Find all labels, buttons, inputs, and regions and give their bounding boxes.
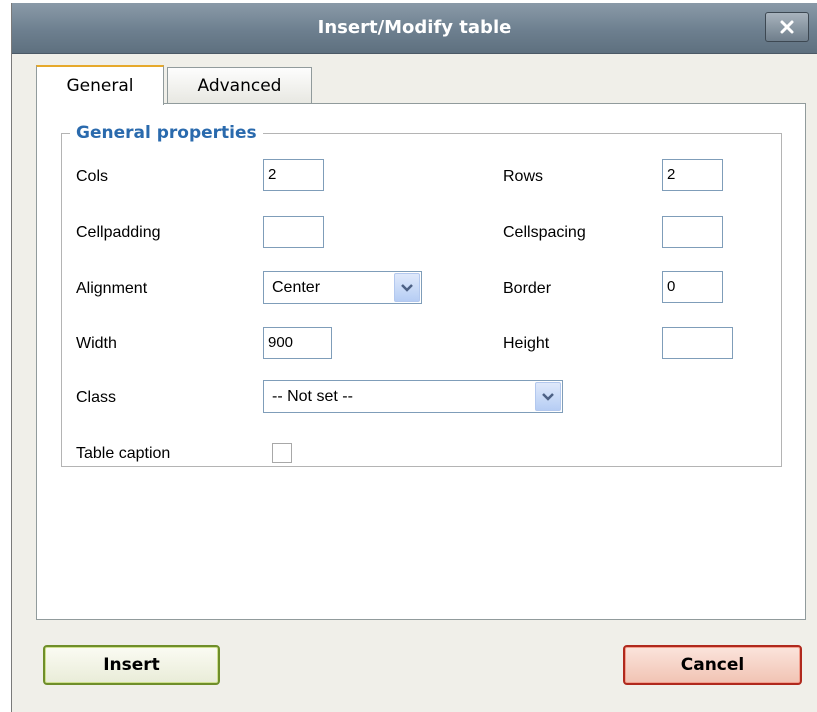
- table-caption-checkbox[interactable]: [272, 443, 292, 463]
- alignment-selected-value: Center: [272, 279, 321, 296]
- dialog-title: Insert/Modify table: [317, 17, 512, 38]
- width-label: Width: [76, 335, 117, 352]
- general-properties-legend: General properties: [76, 123, 257, 143]
- general-properties-fieldset: General properties Cols 2 Rows 2 Cellpad…: [61, 123, 782, 467]
- class-select[interactable]: -- Not set --: [263, 380, 563, 413]
- close-icon: [780, 20, 794, 34]
- insert-modify-table-dialog: Insert/Modify table General Advanced Gen…: [11, 3, 817, 712]
- insert-button-label: Insert: [103, 655, 160, 675]
- title-bar[interactable]: Insert/Modify table: [12, 3, 817, 54]
- class-dropdown-button[interactable]: [535, 382, 561, 411]
- height-label: Height: [503, 335, 550, 352]
- table-caption-label: Table caption: [76, 445, 171, 462]
- cancel-button-label: Cancel: [680, 655, 745, 675]
- rows-label: Rows: [503, 168, 544, 185]
- tab-general-label: General: [66, 76, 134, 96]
- alignment-select[interactable]: Center: [263, 271, 422, 304]
- cellspacing-label: Cellspacing: [503, 224, 586, 241]
- close-button[interactable]: [765, 12, 809, 42]
- tab-advanced-label: Advanced: [197, 75, 282, 96]
- cellspacing-input[interactable]: [662, 216, 723, 248]
- alignment-label: Alignment: [76, 280, 148, 297]
- cellpadding-input[interactable]: [263, 216, 324, 248]
- rows-input[interactable]: 2: [662, 159, 723, 191]
- cols-label: Cols: [76, 168, 109, 185]
- insert-button[interactable]: Insert: [43, 645, 220, 685]
- border-label: Border: [503, 280, 552, 297]
- cols-input[interactable]: 2: [263, 159, 324, 191]
- tab-advanced[interactable]: Advanced: [167, 67, 312, 103]
- class-label: Class: [76, 389, 117, 406]
- alignment-dropdown-button[interactable]: [394, 273, 420, 302]
- width-input[interactable]: 900: [263, 327, 332, 359]
- chevron-down-icon: [542, 392, 554, 401]
- border-input[interactable]: 0: [662, 271, 723, 303]
- height-input[interactable]: [662, 327, 733, 359]
- class-selected-value: -- Not set --: [272, 388, 353, 405]
- cancel-button[interactable]: Cancel: [623, 645, 802, 685]
- general-panel: General properties Cols 2 Rows 2 Cellpad…: [36, 103, 806, 620]
- tab-general[interactable]: General: [36, 65, 164, 105]
- chevron-down-icon: [401, 283, 413, 292]
- cellpadding-label: Cellpadding: [76, 224, 161, 241]
